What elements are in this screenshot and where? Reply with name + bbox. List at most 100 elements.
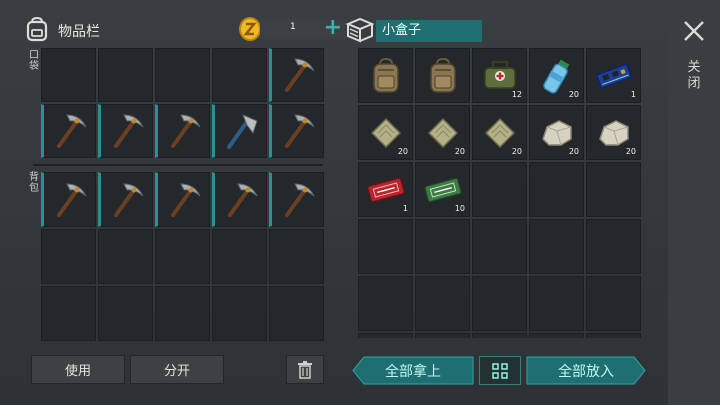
backpack-slot[interactable]: [269, 229, 324, 284]
box-slot[interactable]: [529, 276, 584, 331]
pocket-label: 口袋: [29, 50, 39, 72]
backpack-slot[interactable]: [155, 286, 210, 341]
box-slot[interactable]: [529, 333, 584, 338]
item-quantity: 20: [397, 147, 408, 156]
pickaxe-icon: [50, 180, 90, 220]
circuit-board-icon: [594, 56, 634, 96]
item-quantity: 20: [568, 147, 579, 156]
trash-icon: [298, 360, 312, 379]
backpack-slot[interactable]: [41, 286, 96, 341]
pocket-slot[interactable]: [269, 104, 324, 158]
item-quantity: 20: [625, 147, 636, 156]
box-slot[interactable]: 10: [415, 162, 470, 217]
backpack-slot[interactable]: [212, 229, 267, 284]
pickaxe-icon: [221, 180, 261, 220]
box-grid: 12 20 1 20 20 20 20 20 1 10: [358, 48, 641, 338]
pocket-slot[interactable]: [269, 48, 324, 102]
inventory-screen: 物品栏 1 + 口袋 背包 使用 分开 小盒子 12 20 1 20 20 20…: [0, 0, 720, 405]
box-slot[interactable]: [415, 276, 470, 331]
pocket-slot[interactable]: [155, 104, 210, 158]
backpack-slot[interactable]: [98, 229, 153, 284]
pickaxe-icon: [107, 180, 147, 220]
backpack-label: 背包: [29, 172, 39, 194]
box-slot[interactable]: [472, 219, 527, 274]
take-all-label: 全部拿上: [385, 363, 441, 380]
backpack-slot[interactable]: [212, 286, 267, 341]
box-slot[interactable]: 1: [586, 48, 641, 103]
item-quantity: 12: [511, 90, 522, 99]
item-quantity: 20: [454, 147, 465, 156]
pocket-slot[interactable]: [212, 48, 267, 102]
backpack-slot[interactable]: [155, 172, 210, 227]
box-slot[interactable]: [358, 219, 413, 274]
backpack-icon: [423, 56, 463, 96]
pocket-slot[interactable]: [98, 48, 153, 102]
box-slot[interactable]: [415, 333, 470, 338]
box-slot[interactable]: [358, 333, 413, 338]
inventory-header: 物品栏 1 +: [24, 14, 346, 46]
box-slot[interactable]: 20: [586, 105, 641, 160]
item-quantity: 1: [402, 204, 408, 213]
backpack-slot[interactable]: [155, 229, 210, 284]
pocket-slot[interactable]: [212, 104, 267, 158]
coin-count: 1: [290, 22, 296, 32]
backpack-slot[interactable]: [41, 229, 96, 284]
box-slot[interactable]: [358, 48, 413, 103]
backpack-slot[interactable]: [98, 172, 153, 227]
pickaxe-icon: [107, 111, 147, 151]
pocket-slot[interactable]: [155, 48, 210, 102]
item-quantity: 1: [630, 90, 636, 99]
box-slot[interactable]: 20: [358, 105, 413, 160]
box-slot[interactable]: 20: [472, 105, 527, 160]
box-slot[interactable]: [472, 276, 527, 331]
backpack-slot[interactable]: [212, 172, 267, 227]
box-slot[interactable]: 20: [529, 48, 584, 103]
box-slot[interactable]: [529, 162, 584, 217]
backpack-slot[interactable]: [269, 172, 324, 227]
close-icon[interactable]: [681, 18, 707, 44]
put-all-button[interactable]: 全部放入: [526, 356, 646, 385]
take-all-button[interactable]: 全部拿上: [352, 356, 474, 385]
box-slot[interactable]: [472, 162, 527, 217]
split-button[interactable]: 分开: [130, 355, 224, 384]
box-slot[interactable]: [586, 162, 641, 217]
box-slot[interactable]: [472, 333, 527, 338]
backpack-slot[interactable]: [41, 172, 96, 227]
inventory-title: 物品栏: [58, 24, 100, 40]
box-slot[interactable]: [358, 276, 413, 331]
item-quantity: 10: [454, 204, 465, 213]
backpack-outline-icon: [26, 16, 48, 42]
use-button[interactable]: 使用: [31, 355, 125, 384]
pocket-slot[interactable]: [41, 104, 96, 158]
box-slot[interactable]: 1: [358, 162, 413, 217]
backpack-icon: [366, 56, 406, 96]
divider: [33, 164, 323, 166]
pocket-grid: [41, 48, 324, 158]
trash-button[interactable]: [286, 355, 324, 384]
box-slot[interactable]: 12: [472, 48, 527, 103]
backpack-slot[interactable]: [269, 286, 324, 341]
backpack-slot[interactable]: [98, 286, 153, 341]
box-scroll-area[interactable]: 12 20 1 20 20 20 20 20 1 10: [355, 46, 645, 338]
pocket-slot[interactable]: [41, 48, 96, 102]
pickaxe-icon: [164, 111, 204, 151]
pickaxe-icon: [50, 111, 90, 151]
close-label[interactable]: 关闭: [686, 60, 702, 92]
coin-icon: [239, 17, 261, 41]
pickaxe-icon: [278, 55, 318, 95]
sort-button[interactable]: [479, 356, 521, 385]
box-slot[interactable]: [586, 276, 641, 331]
box-slot[interactable]: [586, 333, 641, 338]
box-slot[interactable]: [415, 48, 470, 103]
hatchet-icon: [221, 111, 261, 151]
pocket-slot[interactable]: [98, 104, 153, 158]
box-slot[interactable]: 20: [415, 105, 470, 160]
box-slot[interactable]: 20: [529, 105, 584, 160]
coin-balance: 1 +: [260, 15, 346, 40]
box-slot[interactable]: [415, 219, 470, 274]
red-coupon-icon: [366, 170, 406, 210]
box-slot[interactable]: [586, 219, 641, 274]
add-coins-button[interactable]: +: [324, 15, 342, 40]
grid-sort-icon: [492, 362, 508, 379]
box-slot[interactable]: [529, 219, 584, 274]
